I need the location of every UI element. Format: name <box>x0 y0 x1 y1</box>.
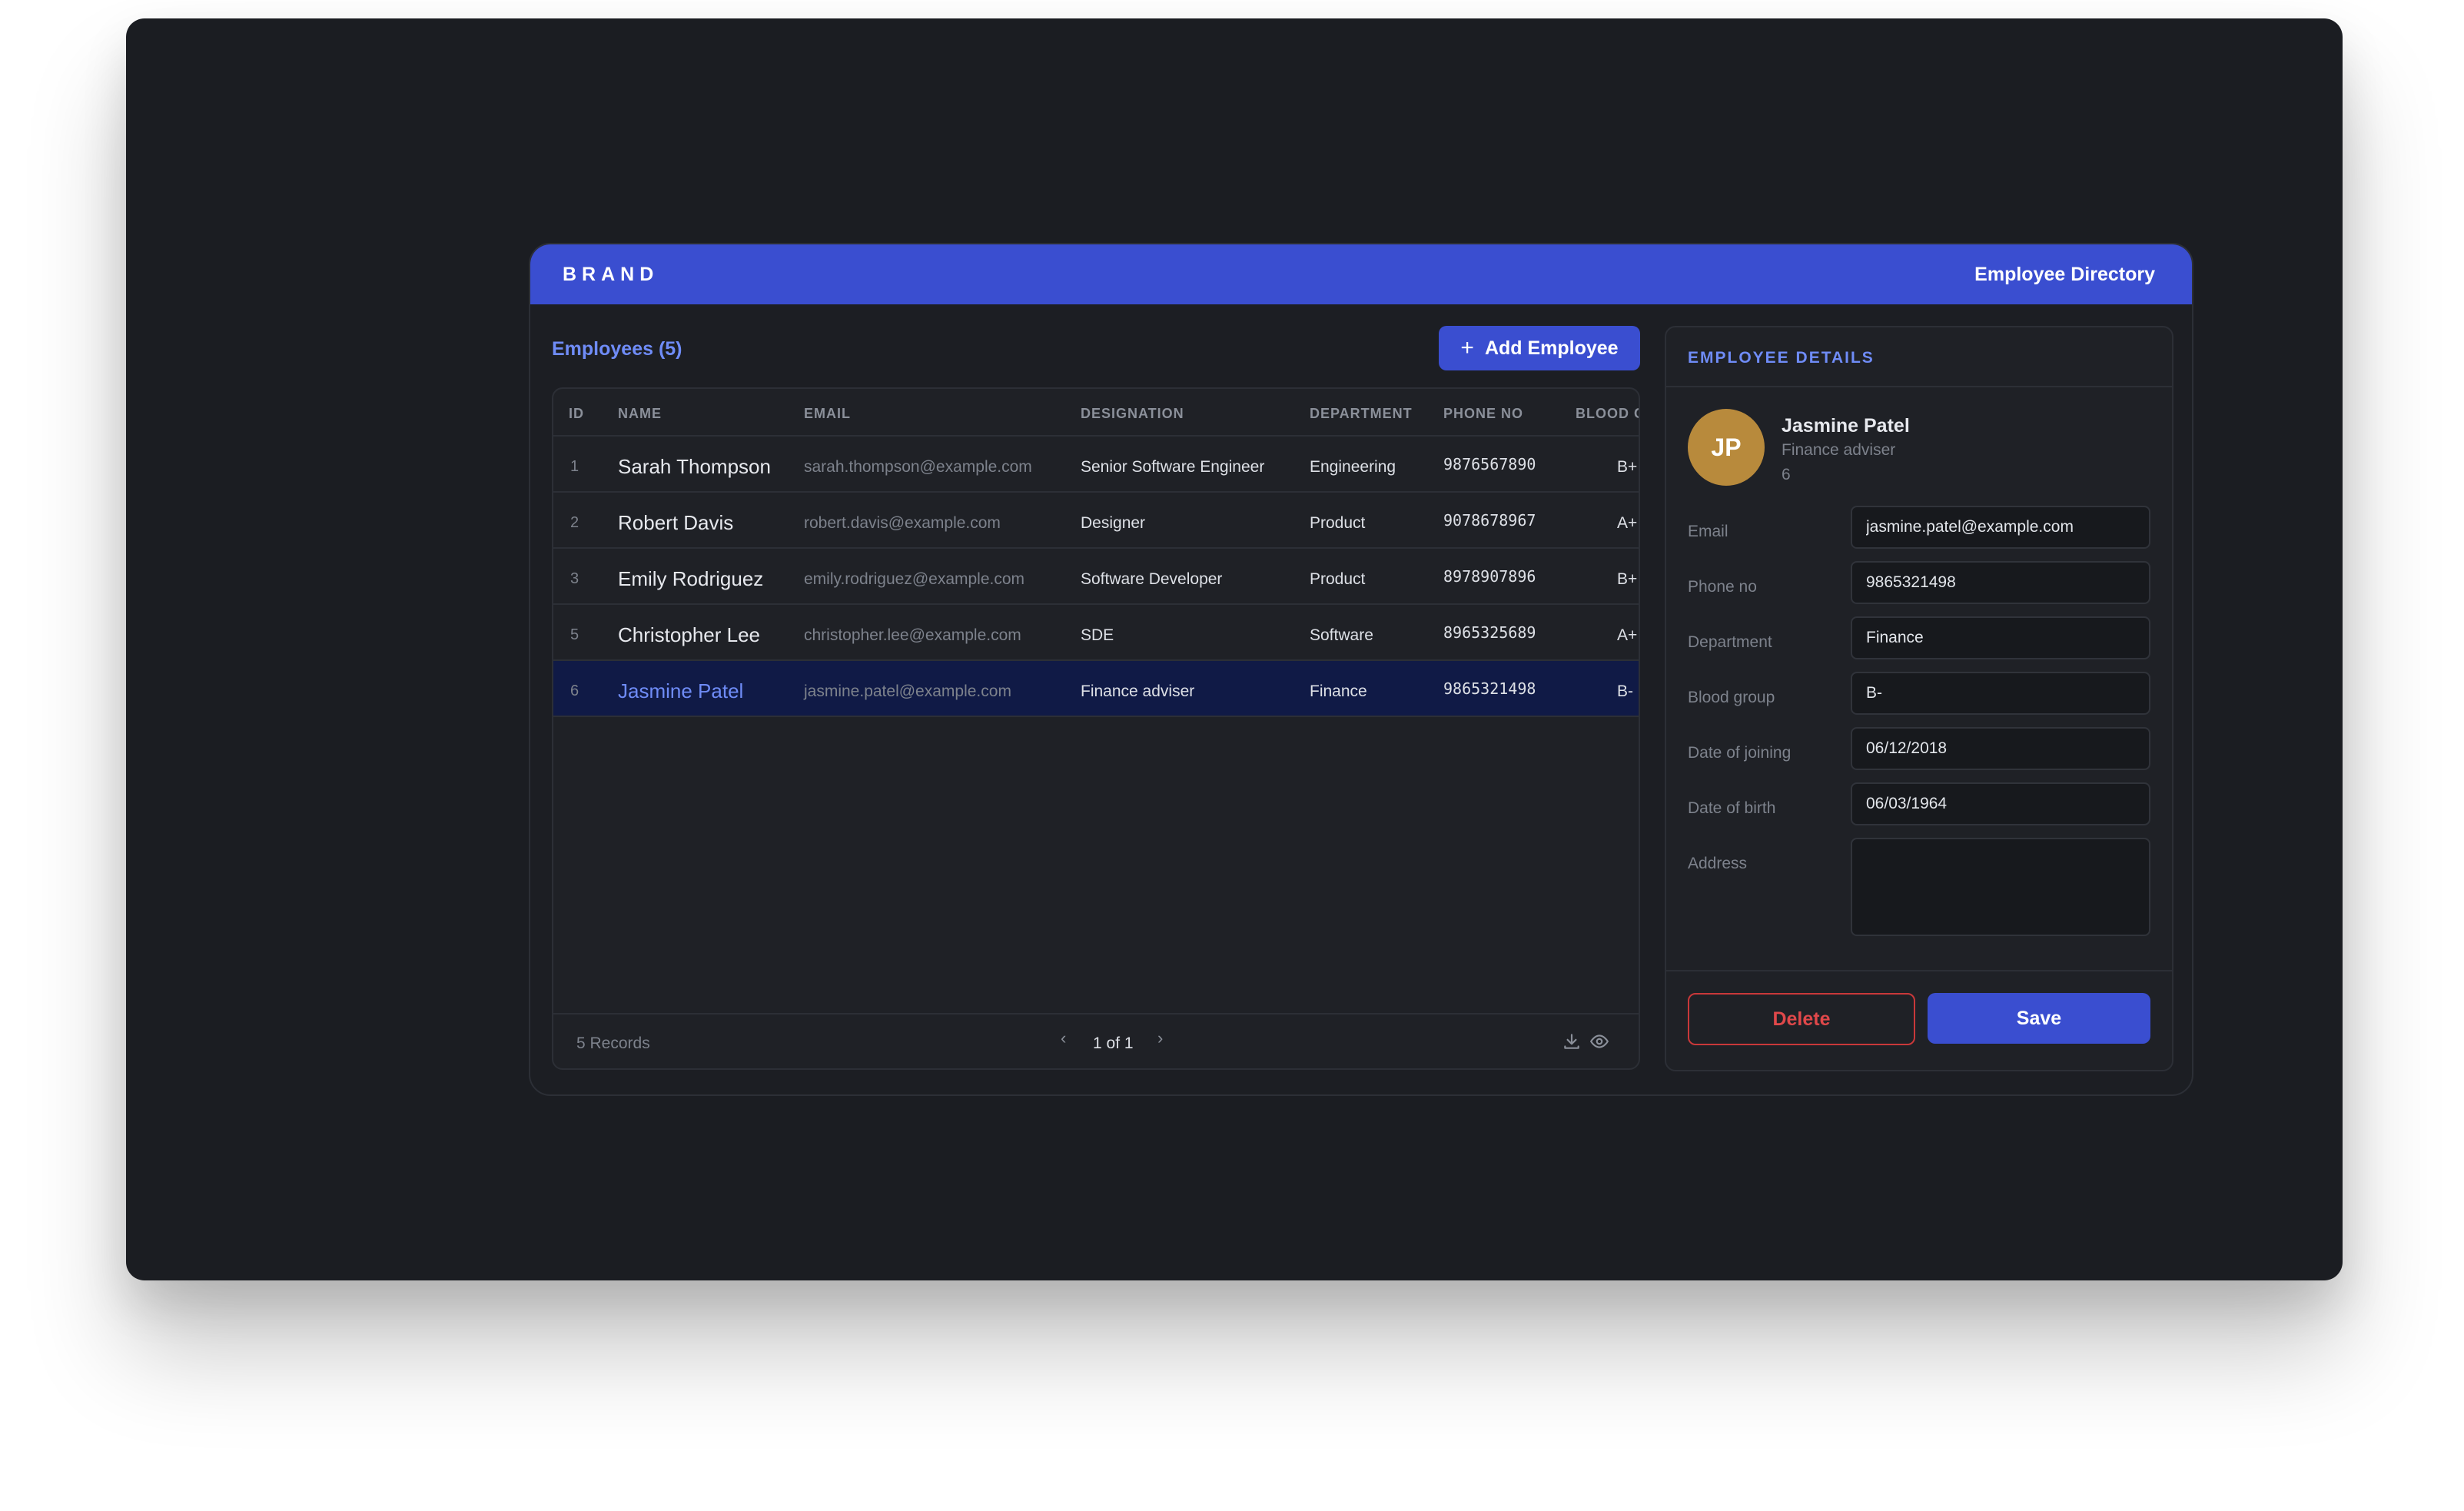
row-blood-group: B- <box>1617 682 1633 700</box>
department-field[interactable] <box>1851 616 2150 659</box>
row-id: 5 <box>570 626 579 643</box>
profile-id: 6 <box>1782 466 1791 483</box>
date-of-joining-field[interactable] <box>1851 727 2150 770</box>
blood-group-field[interactable] <box>1851 672 2150 715</box>
add-employee-button[interactable]: + Add Employee <box>1439 326 1640 370</box>
page-title: Employee Directory <box>1974 263 2155 285</box>
row-designation: Software Developer <box>1081 570 1223 588</box>
date-of-birth-label: Date of birth <box>1688 799 1776 817</box>
row-department: Finance <box>1310 682 1367 700</box>
brand-logo: BRAND <box>563 263 659 285</box>
table-header: ID NAME EMAIL DESIGNATION DEPARTMENT PHO… <box>553 389 1639 437</box>
details-actions: Delete Save <box>1666 970 2172 1070</box>
phone-label: Phone no <box>1688 578 1757 596</box>
address-field[interactable] <box>1851 838 2150 936</box>
row-phone: 9078678967 <box>1443 511 1536 530</box>
row-phone: 8965325689 <box>1443 623 1536 642</box>
records-count: 5 Records <box>576 1034 650 1052</box>
table-row[interactable]: 5 Christopher Lee christopher.lee@exampl… <box>553 605 1639 661</box>
profile-name: Jasmine Patel <box>1782 415 1910 437</box>
table-row[interactable]: 3 Emily Rodriguez emily.rodriguez@exampl… <box>553 549 1639 605</box>
column-header-name[interactable]: NAME <box>618 406 662 422</box>
column-header-department[interactable]: DEPARTMENT <box>1310 406 1413 422</box>
chevron-left-icon[interactable]: ‹ <box>1061 1028 1066 1048</box>
column-header-email[interactable]: EMAIL <box>804 406 851 422</box>
employee-details-panel: EMPLOYEE DETAILS JP Jasmine Patel Financ… <box>1665 326 2173 1071</box>
profile-role: Finance adviser <box>1782 441 1896 459</box>
row-name: Emily Rodriguez <box>618 567 764 590</box>
employee-table: ID NAME EMAIL DESIGNATION DEPARTMENT PHO… <box>552 387 1640 1070</box>
row-department: Product <box>1310 570 1366 588</box>
details-title: EMPLOYEE DETAILS <box>1688 349 1875 367</box>
row-phone: 8978907896 <box>1443 567 1536 586</box>
row-department: Software <box>1310 626 1373 644</box>
table-row-selected[interactable]: 6 Jasmine Patel jasmine.patel@example.co… <box>553 661 1639 717</box>
table-row[interactable]: 2 Robert Davis robert.davis@example.com … <box>553 493 1639 549</box>
blood-group-label: Blood group <box>1688 689 1775 706</box>
column-header-phone[interactable]: PHONE NO <box>1443 406 1523 422</box>
column-header-designation[interactable]: DESIGNATION <box>1081 406 1184 422</box>
row-id: 1 <box>570 458 579 475</box>
plus-icon: + <box>1460 335 1474 360</box>
row-designation: Designer <box>1081 514 1146 532</box>
row-name: Sarah Thompson <box>618 455 771 478</box>
table-row[interactable]: 1 Sarah Thompson sarah.thompson@example.… <box>553 437 1639 493</box>
top-bar: BRAND Employee Directory <box>530 244 2192 304</box>
row-email: jasmine.patel@example.com <box>804 682 1011 700</box>
chevron-right-icon[interactable]: › <box>1157 1028 1163 1048</box>
row-department: Engineering <box>1310 458 1396 476</box>
row-department: Product <box>1310 514 1366 532</box>
column-header-id[interactable]: ID <box>569 406 584 422</box>
row-id: 2 <box>570 514 579 531</box>
row-phone: 9865321498 <box>1443 679 1536 698</box>
row-blood-group: A+ <box>1617 626 1638 644</box>
column-header-blood-group[interactable]: BLOOD G <box>1576 406 1639 422</box>
address-label: Address <box>1688 855 1748 872</box>
download-icon[interactable] <box>1562 1031 1582 1051</box>
row-name: Jasmine Patel <box>618 679 744 702</box>
date-of-birth-field[interactable] <box>1851 782 2150 825</box>
row-phone: 9876567890 <box>1443 455 1536 473</box>
email-field[interactable] <box>1851 506 2150 549</box>
phone-field[interactable] <box>1851 561 2150 604</box>
row-email: christopher.lee@example.com <box>804 626 1021 644</box>
row-name: Robert Davis <box>618 511 734 534</box>
employee-app: BRAND Employee Directory Employees (5) +… <box>529 243 2193 1096</box>
add-employee-label: Add Employee <box>1484 337 1619 359</box>
row-id: 6 <box>570 682 579 699</box>
table-footer: 5 Records ‹ 1 of 1 › <box>553 1013 1639 1068</box>
row-name: Christopher Lee <box>618 623 760 646</box>
avatar: JP <box>1688 409 1765 486</box>
email-label: Email <box>1688 523 1728 540</box>
row-designation: Finance adviser <box>1081 682 1195 700</box>
row-email: sarah.thompson@example.com <box>804 458 1032 476</box>
eye-icon[interactable] <box>1589 1031 1609 1051</box>
row-blood-group: A+ <box>1617 514 1638 532</box>
details-header: EMPLOYEE DETAILS <box>1666 327 2172 387</box>
employees-heading: Employees (5) <box>552 338 682 360</box>
row-id: 3 <box>570 570 579 587</box>
row-email: emily.rodriguez@example.com <box>804 570 1025 588</box>
save-button[interactable]: Save <box>1928 993 2150 1044</box>
row-email: robert.davis@example.com <box>804 514 1001 532</box>
row-designation: Senior Software Engineer <box>1081 458 1265 476</box>
date-of-joining-label: Date of joining <box>1688 744 1792 762</box>
row-blood-group: B+ <box>1617 458 1638 476</box>
app-window: BRAND Employee Directory Employees (5) +… <box>126 18 2343 1280</box>
row-designation: SDE <box>1081 626 1114 644</box>
row-blood-group: B+ <box>1617 570 1638 588</box>
page-indicator: 1 of 1 <box>1093 1034 1134 1052</box>
delete-button[interactable]: Delete <box>1688 993 1915 1045</box>
department-label: Department <box>1688 633 1772 651</box>
